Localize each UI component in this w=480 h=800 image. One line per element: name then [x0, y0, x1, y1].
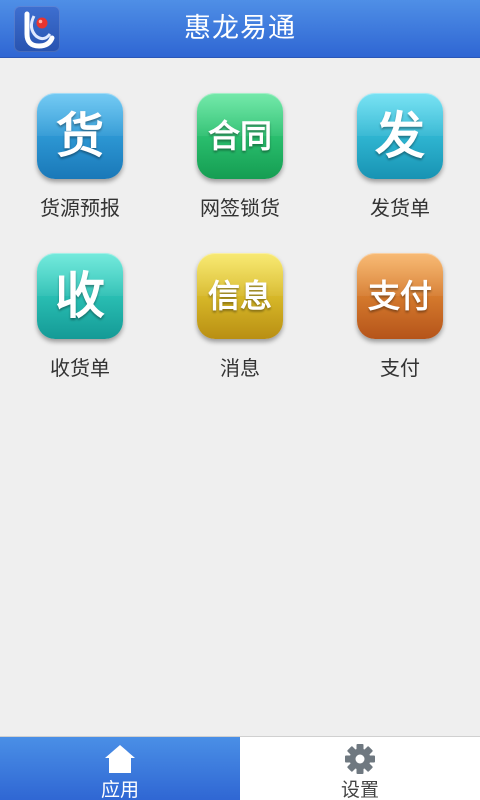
- tab-apps-label: 应用: [100, 779, 139, 800]
- tab-settings[interactable]: 设置: [240, 737, 480, 800]
- home-icon: [105, 745, 135, 773]
- tile-contract-lock[interactable]: 合同 网签锁货: [160, 90, 320, 250]
- message-icon: 信息: [197, 253, 283, 339]
- contract-icon: 合同: [197, 93, 283, 179]
- tile-receiving-order[interactable]: 收 收货单: [0, 250, 160, 410]
- bottom-tab-bar: 应用 设置: [0, 736, 480, 800]
- tab-settings-label: 设置: [340, 779, 379, 800]
- tile-label: 网签锁货: [200, 196, 280, 220]
- gear-icon: [345, 744, 375, 774]
- tile-shipping-order[interactable]: 发 发货单: [320, 90, 480, 250]
- tile-label: 货源预报: [40, 196, 120, 220]
- receive-icon: 收: [37, 253, 123, 339]
- tile-label: 支付: [380, 356, 420, 380]
- page-title: 惠龙易通: [184, 13, 296, 44]
- tile-messages[interactable]: 信息 消息: [160, 250, 320, 410]
- tile-label: 发货单: [370, 196, 430, 220]
- payment-icon: 支付: [357, 253, 443, 339]
- tile-payment[interactable]: 支付 支付: [320, 250, 480, 410]
- cargo-icon: 货: [37, 93, 123, 179]
- ship-icon: 发: [357, 93, 443, 179]
- tile-label: 消息: [220, 356, 260, 380]
- tile-cargo-forecast[interactable]: 货 货源预报: [0, 90, 160, 250]
- tile-label: 收货单: [50, 356, 110, 380]
- app-header: 惠龙易通: [0, 0, 480, 58]
- tab-apps[interactable]: 应用: [0, 737, 240, 800]
